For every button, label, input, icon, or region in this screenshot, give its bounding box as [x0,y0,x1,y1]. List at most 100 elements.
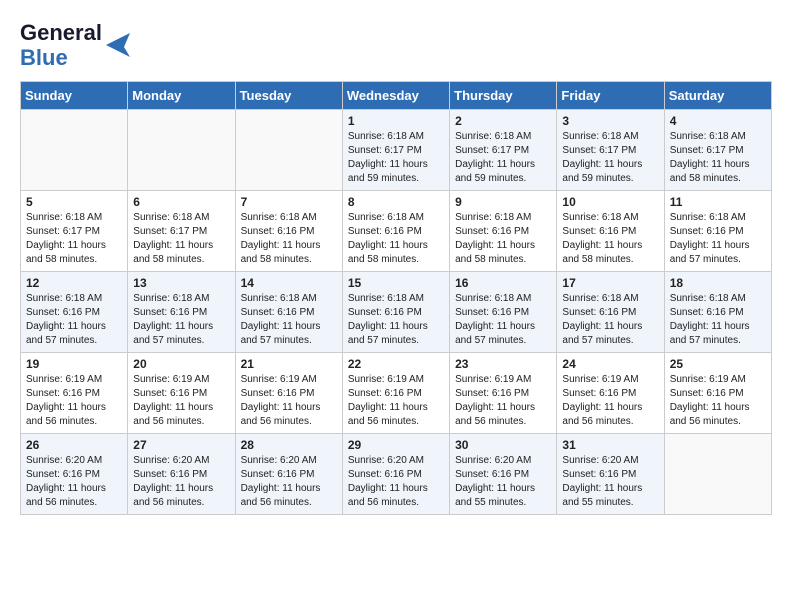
logo-text: GeneralBlue [20,20,134,71]
day-number: 4 [670,114,766,128]
cell-content: Sunrise: 6:20 AM Sunset: 6:16 PM Dayligh… [133,454,229,510]
calendar-cell: 19 Sunrise: 6:19 AM Sunset: 6:16 PM Dayli… [21,352,128,433]
cell-content: Sunrise: 6:18 AM Sunset: 6:17 PM Dayligh… [670,130,766,186]
calendar-cell: 22 Sunrise: 6:19 AM Sunset: 6:16 PM Dayli… [342,352,449,433]
calendar-cell [128,109,235,190]
calendar-week-row: 5 Sunrise: 6:18 AM Sunset: 6:17 PM Daylig… [21,190,772,271]
calendar-cell: 7Sunrise: 6:18 AM Sunset: 6:16 PM Daylig… [235,190,342,271]
calendar-cell: 30 Sunrise: 6:20 AM Sunset: 6:16 PM Dayli… [450,433,557,514]
day-number: 29 [348,438,444,452]
calendar-cell [664,433,771,514]
calendar-cell: 18 Sunrise: 6:18 AM Sunset: 6:16 PM Dayli… [664,271,771,352]
calendar-week-row: 12 Sunrise: 6:18 AM Sunset: 6:16 PM Dayli… [21,271,772,352]
cell-content: Sunrise: 6:18 AM Sunset: 6:17 PM Dayligh… [348,130,444,186]
day-number: 31 [562,438,658,452]
weekday-header-tuesday: Tuesday [235,81,342,109]
cell-content: Sunrise: 6:19 AM Sunset: 6:16 PM Dayligh… [562,373,658,429]
cell-content: Sunrise: 6:18 AM Sunset: 6:16 PM Dayligh… [348,211,444,267]
calendar-week-row: 26 Sunrise: 6:20 AM Sunset: 6:16 PM Dayli… [21,433,772,514]
day-number: 8 [348,195,444,209]
day-number: 19 [26,357,122,371]
cell-content: Sunrise: 6:20 AM Sunset: 6:16 PM Dayligh… [562,454,658,510]
day-number: 3 [562,114,658,128]
calendar-cell: 11 Sunrise: 6:18 AM Sunset: 6:16 PM Dayli… [664,190,771,271]
weekday-header-wednesday: Wednesday [342,81,449,109]
cell-content: Sunrise: 6:19 AM Sunset: 6:16 PM Dayligh… [348,373,444,429]
calendar-cell: 17 Sunrise: 6:18 AM Sunset: 6:16 PM Dayli… [557,271,664,352]
day-number: 28 [241,438,337,452]
cell-content: Sunrise: 6:18 AM Sunset: 6:16 PM Dayligh… [455,211,551,267]
cell-content: Sunrise: 6:19 AM Sunset: 6:16 PM Dayligh… [26,373,122,429]
calendar-cell: 6 Sunrise: 6:18 AM Sunset: 6:17 PM Daylig… [128,190,235,271]
calendar-cell: 25 Sunrise: 6:19 AM Sunset: 6:16 PM Dayli… [664,352,771,433]
cell-content: Sunrise: 6:20 AM Sunset: 6:16 PM Dayligh… [241,454,337,510]
calendar-cell: 1 Sunrise: 6:18 AM Sunset: 6:17 PM Daylig… [342,109,449,190]
day-number: 23 [455,357,551,371]
calendar-table: SundayMondayTuesdayWednesdayThursdayFrid… [20,81,772,515]
day-number: 2 [455,114,551,128]
cell-content: Sunrise: 6:19 AM Sunset: 6:16 PM Dayligh… [670,373,766,429]
cell-content: Sunrise: 6:19 AM Sunset: 6:16 PM Dayligh… [133,373,229,429]
cell-content: Sunrise: 6:19 AM Sunset: 6:16 PM Dayligh… [455,373,551,429]
cell-content: Sunrise: 6:18 AM Sunset: 6:16 PM Dayligh… [562,292,658,348]
day-number: 18 [670,276,766,290]
cell-content: Sunrise: 6:18 AM Sunset: 6:17 PM Dayligh… [455,130,551,186]
day-number: 7 [241,195,337,209]
day-number: 27 [133,438,229,452]
cell-content: Sunrise: 6:18 AM Sunset: 6:16 PM Dayligh… [670,292,766,348]
weekday-header-saturday: Saturday [664,81,771,109]
day-number: 1 [348,114,444,128]
day-number: 12 [26,276,122,290]
calendar-cell: 26 Sunrise: 6:20 AM Sunset: 6:16 PM Dayli… [21,433,128,514]
day-number: 16 [455,276,551,290]
day-number: 22 [348,357,444,371]
calendar-cell [21,109,128,190]
day-number: 10 [562,195,658,209]
weekday-header-sunday: Sunday [21,81,128,109]
calendar-cell: 20 Sunrise: 6:19 AM Sunset: 6:16 PM Dayli… [128,352,235,433]
day-number: 5 [26,195,122,209]
day-number: 15 [348,276,444,290]
weekday-header-thursday: Thursday [450,81,557,109]
calendar-cell: 8 Sunrise: 6:18 AM Sunset: 6:16 PM Daylig… [342,190,449,271]
cell-content: Sunrise: 6:18 AM Sunset: 6:16 PM Dayligh… [562,211,658,267]
calendar-cell: 2 Sunrise: 6:18 AM Sunset: 6:17 PM Daylig… [450,109,557,190]
calendar-cell: 10 Sunrise: 6:18 AM Sunset: 6:16 PM Dayli… [557,190,664,271]
day-number: 17 [562,276,658,290]
calendar-cell: 14Sunrise: 6:18 AM Sunset: 6:16 PM Dayli… [235,271,342,352]
calendar-cell: 9Sunrise: 6:18 AM Sunset: 6:16 PM Daylig… [450,190,557,271]
cell-content: Sunrise: 6:18 AM Sunset: 6:16 PM Dayligh… [348,292,444,348]
cell-content: Sunrise: 6:18 AM Sunset: 6:17 PM Dayligh… [133,211,229,267]
day-number: 24 [562,357,658,371]
day-number: 11 [670,195,766,209]
weekday-header-friday: Friday [557,81,664,109]
calendar-cell: 4 Sunrise: 6:18 AM Sunset: 6:17 PM Daylig… [664,109,771,190]
cell-content: Sunrise: 6:20 AM Sunset: 6:16 PM Dayligh… [26,454,122,510]
calendar-cell: 21 Sunrise: 6:19 AM Sunset: 6:16 PM Dayli… [235,352,342,433]
cell-content: Sunrise: 6:18 AM Sunset: 6:17 PM Dayligh… [26,211,122,267]
cell-content: Sunrise: 6:18 AM Sunset: 6:16 PM Dayligh… [26,292,122,348]
day-number: 21 [241,357,337,371]
cell-content: Sunrise: 6:18 AM Sunset: 6:16 PM Dayligh… [133,292,229,348]
weekday-header-monday: Monday [128,81,235,109]
calendar-cell: 23 Sunrise: 6:19 AM Sunset: 6:16 PM Dayli… [450,352,557,433]
cell-content: Sunrise: 6:18 AM Sunset: 6:17 PM Dayligh… [562,130,658,186]
day-number: 13 [133,276,229,290]
cell-content: Sunrise: 6:19 AM Sunset: 6:16 PM Dayligh… [241,373,337,429]
cell-content: Sunrise: 6:18 AM Sunset: 6:16 PM Dayligh… [670,211,766,267]
day-number: 25 [670,357,766,371]
calendar-cell: 15 Sunrise: 6:18 AM Sunset: 6:16 PM Dayli… [342,271,449,352]
calendar-cell: 28 Sunrise: 6:20 AM Sunset: 6:16 PM Dayli… [235,433,342,514]
weekday-header-row: SundayMondayTuesdayWednesdayThursdayFrid… [21,81,772,109]
logo: GeneralBlue [20,20,134,71]
cell-content: Sunrise: 6:20 AM Sunset: 6:16 PM Dayligh… [348,454,444,510]
calendar-cell: 29 Sunrise: 6:20 AM Sunset: 6:16 PM Dayli… [342,433,449,514]
day-number: 30 [455,438,551,452]
day-number: 6 [133,195,229,209]
cell-content: Sunrise: 6:18 AM Sunset: 6:16 PM Dayligh… [241,292,337,348]
day-number: 26 [26,438,122,452]
cell-content: Sunrise: 6:20 AM Sunset: 6:16 PM Dayligh… [455,454,551,510]
cell-content: Sunrise: 6:18 AM Sunset: 6:16 PM Dayligh… [455,292,551,348]
day-number: 20 [133,357,229,371]
calendar-cell: 31 Sunrise: 6:20 AM Sunset: 6:16 PM Dayli… [557,433,664,514]
